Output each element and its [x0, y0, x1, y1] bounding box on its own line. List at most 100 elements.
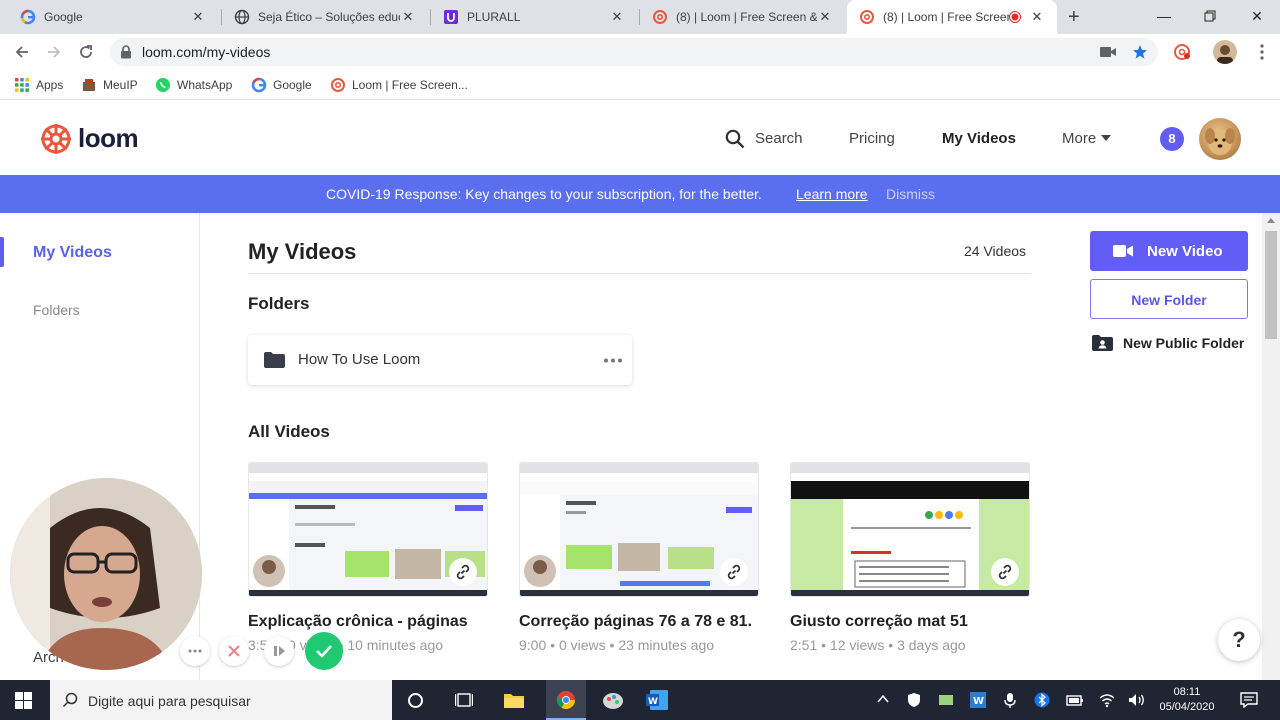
kebab-menu-icon[interactable] — [1250, 40, 1274, 64]
cancel-recording-icon[interactable] — [219, 636, 249, 666]
file-explorer-icon[interactable] — [504, 691, 524, 709]
apps-grid-icon — [14, 77, 30, 93]
folder-card[interactable]: How To Use Loom — [248, 335, 632, 385]
battery-icon[interactable] — [1066, 692, 1083, 708]
close-icon[interactable]: ✕ — [400, 9, 416, 25]
taskbar-clock[interactable]: 08:11 05/04/2020 — [1152, 685, 1222, 715]
notification-center-icon[interactable] — [1240, 692, 1258, 708]
help-button[interactable]: ? — [1218, 619, 1260, 661]
sidebar-item-my-videos[interactable]: My Videos — [33, 244, 112, 262]
copy-link-icon[interactable] — [991, 558, 1019, 586]
globe-icon — [234, 9, 250, 25]
video-camera-icon — [1113, 244, 1133, 258]
copy-link-icon[interactable] — [720, 558, 748, 586]
window-close-icon[interactable]: ✕ — [1234, 0, 1280, 32]
sidebar-item-folders[interactable]: Folders — [33, 302, 80, 318]
close-icon[interactable]: ✕ — [817, 9, 833, 25]
new-folder-button[interactable]: New Folder — [1090, 279, 1248, 319]
scrollbar-thumb[interactable] — [1265, 231, 1277, 339]
search-icon[interactable] — [725, 129, 745, 149]
tray-word-icon[interactable]: W — [970, 692, 986, 708]
address-bar[interactable]: loom.com/my-videos — [110, 38, 1158, 66]
bookmark-loom[interactable]: Loom | Free Screen... — [330, 76, 468, 94]
video-meta: 2:51 • 12 views • 3 days ago — [790, 637, 966, 653]
security-shield-icon[interactable] — [906, 692, 922, 708]
bookmark-apps[interactable]: Apps — [14, 76, 63, 94]
forward-arrow-icon[interactable] — [42, 40, 66, 64]
bookmark-google[interactable]: Google — [251, 76, 312, 94]
video-age: 23 minutes ago — [618, 637, 715, 653]
windows-start-icon[interactable] — [15, 692, 32, 709]
nav-search[interactable]: Search — [755, 130, 803, 147]
taskbar-search-placeholder: Digite aqui para pesquisar — [88, 693, 251, 709]
camera-icon[interactable] — [1100, 46, 1116, 58]
bluetooth-icon[interactable] — [1034, 692, 1050, 708]
new-video-label: New Video — [1147, 243, 1223, 260]
bookmark-star-icon[interactable] — [1132, 44, 1148, 60]
video-title[interactable]: Explicação crônica - páginas — [248, 613, 468, 631]
scroll-up-icon[interactable] — [1267, 218, 1275, 223]
restore-icon[interactable] — [1187, 0, 1233, 32]
loom-logo-text[interactable]: loom — [78, 123, 139, 154]
notification-badge[interactable]: 8 — [1160, 127, 1184, 151]
paint-app-icon[interactable] — [602, 690, 624, 710]
copy-link-icon[interactable] — [449, 558, 477, 586]
caret-down-icon[interactable] — [1101, 135, 1111, 141]
tray-expand-icon[interactable] — [876, 692, 892, 708]
page-scrollbar[interactable] — [1262, 213, 1280, 680]
tray-app-icon[interactable] — [938, 692, 954, 708]
bookmark-meuip[interactable]: MeuIP — [81, 76, 138, 94]
banner-learn-more-link[interactable]: Learn more — [796, 186, 868, 202]
banner-dismiss-button[interactable]: Dismiss — [886, 186, 935, 202]
finish-recording-icon[interactable] — [305, 632, 343, 670]
close-icon[interactable]: ✕ — [190, 9, 206, 25]
loom-icon — [652, 9, 668, 25]
wifi-icon[interactable] — [1099, 692, 1115, 708]
browser-tab-loom-active[interactable]: (8) | Loom | Free Screen & Video Recordi… — [847, 0, 1057, 34]
video-thumbnail[interactable] — [790, 462, 1030, 597]
video-title[interactable]: Correção páginas 76 a 78 e 81. — [519, 613, 752, 631]
video-card[interactable]: Correção páginas 76 a 78 e 81. 9:00 • 0 … — [519, 462, 759, 653]
video-title[interactable]: Giusto correção mat 51 — [790, 613, 968, 631]
nav-more[interactable]: More — [1062, 130, 1096, 147]
browser-tab-seja-etico[interactable]: Seja Ético – Soluções educacionais ✕ — [222, 0, 428, 34]
video-card[interactable]: Explicação crônica - páginas 3:53 • 0 vi… — [248, 462, 488, 653]
reload-icon[interactable] — [74, 40, 98, 64]
video-count: 24 Videos — [964, 243, 1027, 259]
user-avatar[interactable] — [1199, 118, 1241, 160]
new-tab-icon[interactable]: + — [1068, 7, 1088, 27]
more-options-icon[interactable] — [603, 358, 623, 363]
video-thumbnail[interactable] — [248, 462, 488, 597]
new-public-folder-label: New Public Folder — [1123, 335, 1245, 351]
back-arrow-icon[interactable] — [10, 40, 34, 64]
pause-recording-icon[interactable] — [264, 636, 294, 666]
microphone-icon[interactable] — [1002, 692, 1018, 708]
recording-options-icon[interactable] — [180, 636, 210, 666]
browser-tab-google[interactable]: Google ✕ — [8, 0, 218, 34]
video-views: 12 views — [829, 637, 885, 653]
chrome-icon — [556, 690, 576, 710]
new-video-button[interactable]: New Video — [1090, 231, 1248, 271]
close-icon[interactable]: ✕ — [609, 9, 625, 25]
video-card[interactable]: Giusto correção mat 51 2:51 • 12 views •… — [790, 462, 1030, 653]
taskbar-search-box[interactable]: Digite aqui para pesquisar — [50, 680, 392, 720]
word-app-icon[interactable]: W — [646, 690, 668, 710]
minimize-icon[interactable]: — — [1141, 0, 1187, 32]
task-view-icon[interactable] — [455, 692, 473, 708]
browser-tab-loom-1[interactable]: (8) | Loom | Free Screen & Video Recordi… — [640, 0, 845, 34]
taskbar-chrome-active[interactable] — [546, 680, 586, 720]
bookmark-whatsapp[interactable]: WhatsApp — [155, 76, 232, 94]
video-thumbnail[interactable] — [519, 462, 759, 597]
browser-tab-plurall[interactable]: PLURALL ✕ — [431, 0, 637, 34]
video-duration: 9:00 — [519, 637, 547, 653]
lock-icon — [120, 45, 132, 59]
webcam-bubble[interactable] — [10, 478, 202, 670]
nav-pricing[interactable]: Pricing — [849, 130, 895, 147]
volume-icon[interactable] — [1128, 692, 1144, 708]
nav-my-videos[interactable]: My Videos — [942, 130, 1016, 147]
profile-avatar-icon[interactable] — [1213, 40, 1237, 64]
loom-logo-icon[interactable] — [39, 122, 73, 156]
loom-extension-icon[interactable] — [1170, 40, 1194, 64]
close-icon[interactable]: ✕ — [1029, 9, 1045, 25]
cortana-icon[interactable] — [407, 692, 424, 709]
